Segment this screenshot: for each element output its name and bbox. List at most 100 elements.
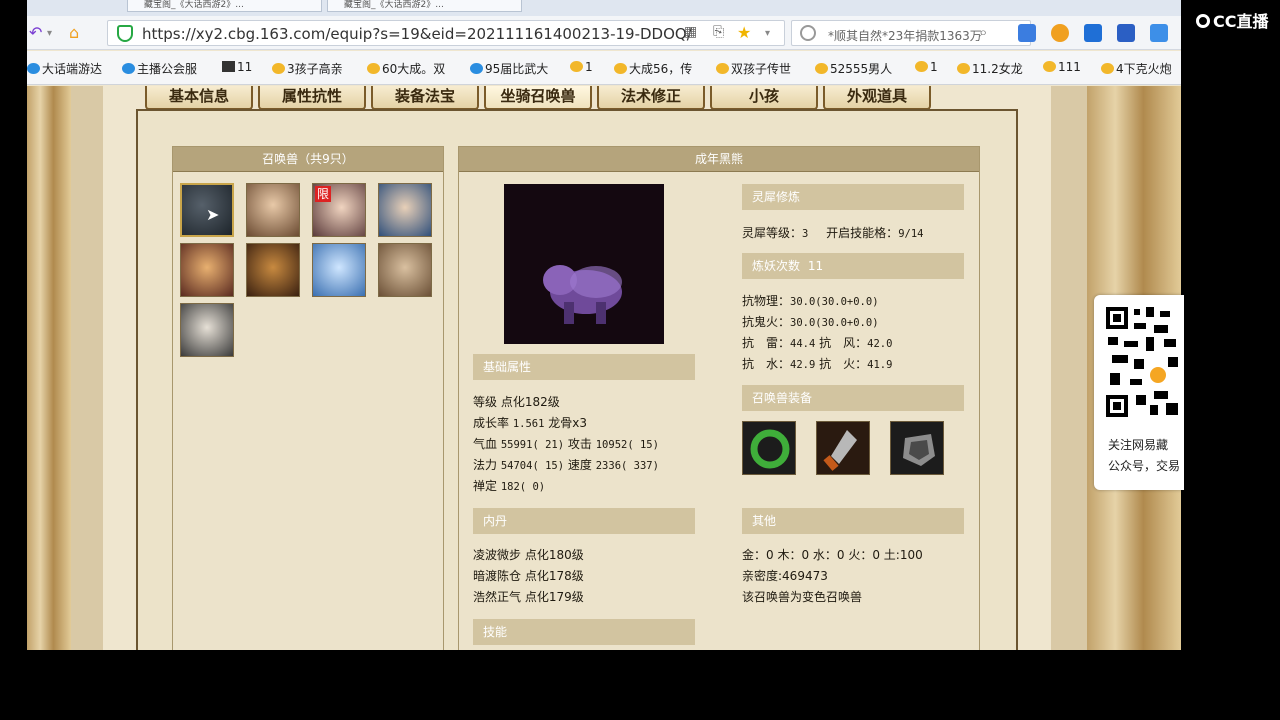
- dragon-bone: 龙骨x3: [548, 416, 588, 430]
- lingxi-level-value: 3: [802, 228, 809, 240]
- bookmark-label: 60大成。双: [382, 62, 446, 76]
- cc-live-logo: CC直播: [1196, 8, 1269, 32]
- bookmark[interactable]: 主播公会服: [122, 60, 197, 77]
- cursor-icon: ➤: [206, 205, 220, 224]
- bookmark[interactable]: 双孩子传世: [716, 60, 791, 77]
- pet-thumb[interactable]: [378, 183, 432, 237]
- search-text: *顺其自然*23年捐款1363万: [828, 29, 982, 43]
- section-basic-attrs: 基础属性: [473, 354, 695, 380]
- limited-badge: 限: [315, 186, 332, 202]
- browser-tab[interactable]: 藏宝阁_《大话西游2》...: [327, 0, 522, 12]
- bookmark[interactable]: 95届比武大: [470, 60, 548, 77]
- translate-icon[interactable]: [1084, 24, 1102, 42]
- refine-label: 炼妖次数: [752, 259, 801, 273]
- home-icon[interactable]: ⌂: [69, 23, 79, 42]
- bookmark[interactable]: 大成56，传: [614, 60, 692, 77]
- search-input[interactable]: *顺其自然*23年捐款1363万: [791, 20, 1031, 46]
- resist-water-fire-row: 抗 水：42.9 抗 火：41.9: [742, 355, 892, 372]
- resist-label: 抗鬼火：: [742, 315, 791, 329]
- equip-ring-icon[interactable]: [742, 421, 796, 475]
- lingxi-slots-label: 开启技能格：: [826, 226, 899, 240]
- zen-label: 禅定: [473, 479, 498, 493]
- browser-window: 藏宝阁_《大话西游2》... 藏宝阁_《大话西游2》... ↶ ▾ ⌂ http…: [27, 0, 1181, 650]
- qr-caption-line2: 公众号，交易: [1108, 459, 1181, 473]
- neidan-item: 凌波微步 点化180级: [473, 548, 584, 562]
- bookmark-label: 大成56，传: [629, 62, 693, 76]
- tab-pets[interactable]: 坐骑召唤兽: [484, 86, 592, 110]
- browser-tab[interactable]: 藏宝阁_《大话西游2》...: [127, 0, 322, 12]
- bookmark[interactable]: 111: [1043, 60, 1081, 74]
- extension-icon[interactable]: [1018, 24, 1036, 42]
- bookmark[interactable]: 1: [570, 60, 593, 74]
- star-icon[interactable]: ★: [737, 23, 751, 42]
- equip-armor-icon[interactable]: [890, 421, 944, 475]
- hp-label: 气血: [473, 437, 498, 451]
- grid-icon[interactable]: ▦: [684, 24, 697, 40]
- speed-label: 速度: [567, 458, 592, 472]
- pet-thumb[interactable]: [312, 243, 366, 297]
- tab-content-frame: 召唤兽（共9只） ➤ 限 成年黑熊 基础属性 等级 点化182级 成长率 1.5…: [136, 109, 1018, 650]
- dropdown-icon[interactable]: ▾: [765, 28, 770, 39]
- tab-attributes[interactable]: 属性抗性: [258, 86, 366, 110]
- bookmark-label: 大话端游达: [42, 62, 103, 76]
- resist-phys-row: 抗物理：30.0(30.0+0.0): [742, 292, 879, 309]
- coin-icon: [815, 63, 828, 74]
- resist-label: 抗 雷：: [742, 336, 791, 350]
- decor-pillar-left: [27, 86, 71, 650]
- mp-speed-row: 法力 54704( 15) 速度 2336( 337): [473, 456, 659, 473]
- section-skills: 技能: [473, 619, 695, 645]
- bear-sprite: [543, 265, 622, 324]
- resist-value: 30.0(30.0+0.0): [790, 317, 879, 329]
- cbg-content: 基本信息 属性抗性 装备法宝 坐骑召唤兽 法术修正 小孩 外观道具 召唤兽（共9…: [103, 86, 1051, 650]
- resist-value: 42.9: [790, 359, 816, 371]
- pet-thumb[interactable]: [246, 243, 300, 297]
- tab-children[interactable]: 小孩: [710, 86, 818, 110]
- pet-thumb[interactable]: [378, 243, 432, 297]
- mp-label: 法力: [473, 458, 498, 472]
- tab-basic-info[interactable]: 基本信息: [145, 86, 253, 110]
- bookmark[interactable]: 大话端游达: [27, 60, 102, 77]
- window-icon[interactable]: [1150, 24, 1168, 42]
- search-icon[interactable]: ⌕: [979, 23, 987, 41]
- section-lingxi: 灵犀修炼: [742, 184, 964, 210]
- bookmark-label: 95届比武大: [485, 62, 549, 76]
- pet-thumb-bear[interactable]: ➤: [180, 183, 234, 237]
- coin-icon: [1043, 61, 1056, 72]
- security-shield-icon: [117, 25, 133, 42]
- globe-icon: [470, 63, 483, 74]
- section-neidan: 内丹: [473, 508, 695, 534]
- ring-graphic: [750, 429, 790, 469]
- pet-thumb[interactable]: [246, 183, 300, 237]
- hp-attack-row: 气血 55991( 21) 攻击 10952( 15): [473, 435, 659, 452]
- back-dropdown-icon[interactable]: ▾: [47, 28, 52, 39]
- bookmark[interactable]: 11.2女龙: [957, 60, 1023, 77]
- back-icon[interactable]: ↶: [29, 23, 42, 42]
- tab-appearance[interactable]: 外观道具: [823, 86, 931, 110]
- resist-value: 41.9: [867, 359, 893, 371]
- coin-icon: [570, 61, 583, 72]
- pet-thumb[interactable]: [180, 303, 234, 357]
- neidan-item: 暗渡陈仓 点化178级: [473, 569, 584, 583]
- key-icon[interactable]: [1051, 24, 1069, 42]
- reader-icon[interactable]: ⎘: [713, 24, 724, 40]
- bookmark[interactable]: 3孩子高亲: [272, 60, 343, 77]
- resist-value: 44.4: [790, 338, 816, 350]
- resist-thunder-wind-row: 抗 雷：44.4 抗 风：42.0: [742, 334, 892, 351]
- equip-weapon-icon[interactable]: [816, 421, 870, 475]
- qr-card[interactable]: 关注网易藏 公众号，交易: [1094, 295, 1184, 490]
- tab-spells[interactable]: 法术修正: [597, 86, 705, 110]
- bookmark[interactable]: 52555男人: [815, 60, 892, 77]
- bookmarks-bar: 大话端游达 主播公会服 11 3孩子高亲 60大成。双 95届比武大 1 大成5…: [27, 51, 1181, 85]
- bookmark[interactable]: 1: [915, 60, 938, 74]
- attack-label: 攻击: [567, 437, 592, 451]
- bookmark[interactable]: 60大成。双: [367, 60, 445, 77]
- bookmark[interactable]: 4下克火炮: [1101, 60, 1172, 77]
- bookmark-label: 主播公会服: [137, 62, 198, 76]
- pet-thumb[interactable]: 限: [312, 183, 366, 237]
- bookmark[interactable]: 11: [222, 60, 252, 74]
- app-icon: [222, 61, 235, 72]
- pet-thumb[interactable]: [180, 243, 234, 297]
- coin-icon: [957, 63, 970, 74]
- tab-equipment[interactable]: 装备法宝: [371, 86, 479, 110]
- word-icon[interactable]: [1117, 24, 1135, 42]
